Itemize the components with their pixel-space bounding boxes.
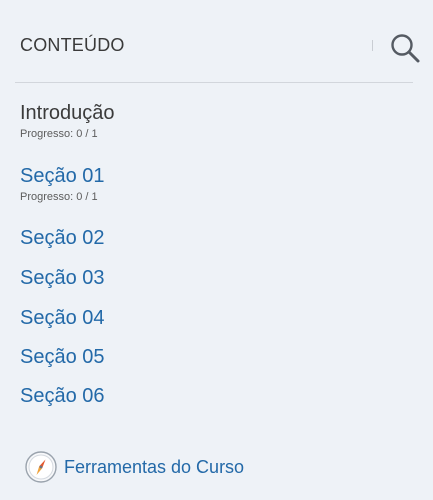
section-item-introducao: Introdução Progresso: 0 / 1 (20, 102, 115, 140)
section-item-01: Seção 01 Progresso: 0 / 1 (20, 165, 105, 203)
search-button[interactable] (385, 28, 425, 68)
section-item-06: Seção 06 (20, 385, 105, 407)
panel-title: CONTEÚDO (20, 35, 125, 55)
section-progress-01: Progresso: 0 / 1 (20, 191, 98, 203)
section-item-04: Seção 04 (20, 307, 105, 329)
section-link-02[interactable]: Seção 02 (20, 227, 105, 249)
course-tools-label: Ferramentas do Curso (64, 456, 245, 477)
search-icon (391, 34, 420, 63)
section-item-03: Seção 03 (20, 267, 105, 289)
course-tools-link[interactable]: Ferramentas do Curso (24, 449, 244, 485)
panel-header: CONTEÚDO (0, 0, 433, 84)
section-link-05[interactable]: Seção 05 (20, 346, 105, 368)
section-link-06[interactable]: Seção 06 (20, 385, 105, 407)
compass-icon (25, 451, 57, 483)
section-link-04[interactable]: Seção 04 (20, 307, 105, 329)
section-link-01[interactable]: Seção 01 (20, 165, 105, 187)
section-link-introducao[interactable]: Introdução (20, 102, 115, 124)
section-link-03[interactable]: Seção 03 (20, 267, 105, 289)
section-item-05: Seção 05 (20, 346, 105, 368)
course-content-panel: CONTEÚDO Introdução Progresso: 0 / 1 Seç… (0, 0, 433, 500)
section-item-02: Seção 02 (20, 227, 105, 249)
header-divider (15, 82, 413, 83)
header-separator (372, 40, 373, 51)
section-progress-introducao: Progresso: 0 / 1 (20, 128, 98, 140)
